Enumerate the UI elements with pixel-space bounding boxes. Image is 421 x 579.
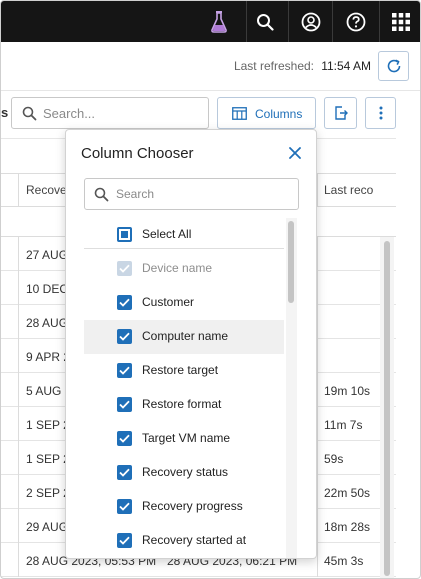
column-checkbox[interactable] bbox=[117, 533, 132, 548]
header-recovery-started[interactable]: Recove bbox=[26, 183, 67, 197]
cell-recovery-started: 2 SEP 2 bbox=[26, 486, 70, 500]
kebab-menu-icon bbox=[379, 106, 382, 120]
column-checkbox[interactable] bbox=[117, 431, 132, 446]
apps-grid-icon[interactable] bbox=[380, 1, 420, 42]
cell-last-recovery: 45m 3s bbox=[324, 554, 364, 568]
refresh-icon bbox=[387, 59, 400, 73]
cell-recovery-started: 27 AUG bbox=[26, 248, 69, 262]
column-chooser-popup: Column Chooser Search Select All Device … bbox=[65, 129, 317, 559]
search-icon[interactable] bbox=[247, 1, 283, 42]
column-option-label: Device name bbox=[142, 261, 213, 275]
columns-button[interactable]: Columns bbox=[217, 97, 316, 129]
cell-recovery-started: 29 AUG bbox=[26, 520, 69, 534]
column-option-label: Target VM name bbox=[142, 431, 231, 445]
header-last-recovery[interactable]: Last reco bbox=[324, 183, 373, 197]
cell-recovery-started: 1 SEP 2 bbox=[26, 418, 70, 432]
columns-button-label: Columns bbox=[255, 107, 303, 121]
column-option-label: Recovery started at bbox=[142, 533, 247, 547]
column-option-label: Customer bbox=[142, 295, 195, 309]
search-input[interactable]: Search... bbox=[11, 97, 209, 129]
column-option-label: Restore format bbox=[142, 397, 222, 411]
columns-icon bbox=[232, 107, 247, 120]
column-option[interactable]: Restore target bbox=[84, 354, 284, 388]
column-option[interactable]: Recovery progress bbox=[84, 490, 284, 524]
column-list-scrollbar-thumb[interactable] bbox=[288, 221, 294, 303]
help-icon[interactable] bbox=[333, 1, 378, 42]
cell-recovery-started: 1 SEP 2 bbox=[26, 452, 70, 466]
column-option[interactable]: Restore format bbox=[84, 388, 284, 422]
column-option: Device name bbox=[84, 252, 284, 286]
column-checkbox[interactable] bbox=[117, 329, 132, 344]
column-option[interactable]: Computer name bbox=[84, 320, 284, 354]
cell-last-recovery: 19m 10s bbox=[324, 384, 371, 398]
search-icon bbox=[94, 187, 109, 202]
column-checkbox[interactable] bbox=[117, 363, 132, 378]
search-icon bbox=[22, 106, 37, 121]
cell-recovery-started: 9 APR 2 bbox=[26, 350, 71, 364]
cell-last-recovery: 59s bbox=[324, 452, 344, 466]
flask-icon[interactable] bbox=[202, 1, 236, 42]
search-placeholder: Search... bbox=[43, 106, 96, 121]
cell-last-recovery: 11m 7s bbox=[324, 418, 363, 432]
column-checkbox[interactable] bbox=[117, 397, 132, 412]
column-list: Select All Device name Customer Computer n… bbox=[84, 218, 284, 558]
close-button[interactable] bbox=[285, 143, 305, 163]
column-option[interactable]: Target VM name bbox=[84, 422, 284, 456]
last-refreshed-time: 11:54 AM bbox=[321, 59, 371, 73]
cell-last-recovery: 22m 50s bbox=[324, 486, 371, 500]
app-frame: Last refreshed: 11:54 AM s Search... Col… bbox=[0, 0, 421, 579]
top-bar bbox=[1, 1, 420, 42]
column-option-label: Recovery status bbox=[142, 465, 229, 479]
user-icon[interactable] bbox=[289, 1, 332, 42]
select-all-item[interactable]: Select All bbox=[84, 218, 284, 252]
more-options-button[interactable] bbox=[365, 97, 396, 129]
column-option[interactable]: Recovery started at bbox=[84, 524, 284, 558]
column-search-placeholder: Search bbox=[116, 187, 155, 201]
column-option-label: Restore target bbox=[142, 363, 219, 377]
column-checkbox[interactable] bbox=[117, 499, 132, 514]
cell-recovery-started: 28 AUG bbox=[26, 316, 69, 330]
select-all-checkbox[interactable] bbox=[117, 227, 132, 242]
column-option-label: Computer name bbox=[142, 329, 229, 343]
toolbar-label-fragment: s bbox=[1, 105, 9, 120]
select-all-label: Select All bbox=[142, 227, 192, 241]
cell-last-recovery: 18m 28s bbox=[324, 520, 371, 534]
column-checkbox bbox=[117, 261, 132, 276]
table-scrollbar-thumb[interactable] bbox=[384, 241, 390, 576]
column-search-input[interactable]: Search bbox=[84, 178, 299, 210]
column-chooser-title: Column Chooser bbox=[81, 145, 194, 162]
column-option-label: Recovery progress bbox=[142, 499, 243, 513]
refresh-row: Last refreshed: 11:54 AM bbox=[1, 42, 420, 90]
last-refreshed-label: Last refreshed: bbox=[233, 59, 314, 73]
refresh-button[interactable] bbox=[378, 51, 409, 81]
column-checkbox[interactable] bbox=[117, 295, 132, 310]
column-checkbox[interactable] bbox=[117, 465, 132, 480]
export-button[interactable] bbox=[324, 97, 357, 129]
cell-recovery-started: 10 DEC bbox=[26, 282, 69, 296]
close-icon bbox=[289, 147, 301, 159]
column-option[interactable]: Customer bbox=[84, 286, 284, 320]
column-option[interactable]: Recovery status bbox=[84, 456, 284, 490]
export-icon bbox=[334, 106, 348, 120]
